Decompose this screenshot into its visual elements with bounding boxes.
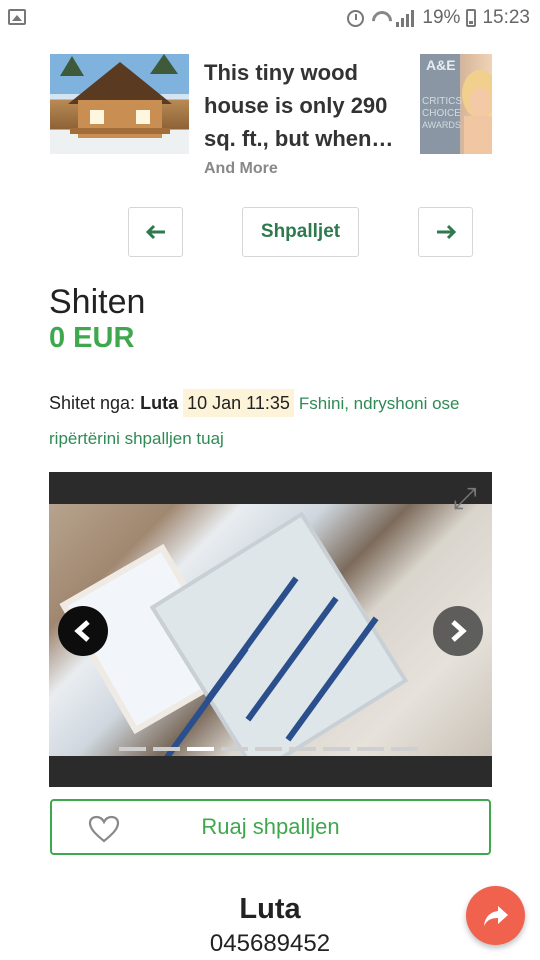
gallery-dot[interactable] bbox=[153, 747, 180, 751]
gallery-dot[interactable] bbox=[255, 747, 282, 751]
promo-title[interactable]: This tiny wood house is only 290 sq. ft.… bbox=[204, 56, 409, 155]
battery-percent: 19% bbox=[422, 7, 461, 28]
promo-more-link[interactable]: And More bbox=[204, 160, 278, 178]
gallery-prev-button[interactable] bbox=[58, 606, 108, 656]
arrow-left-icon bbox=[145, 224, 165, 240]
status-bar: 19% 15:23 bbox=[0, 0, 540, 36]
image-icon bbox=[8, 9, 26, 25]
arrow-right-icon bbox=[436, 224, 456, 240]
gallery-dot[interactable] bbox=[323, 747, 350, 751]
gallery-dot[interactable] bbox=[119, 747, 146, 751]
gallery-dot[interactable] bbox=[221, 747, 248, 751]
save-listing-label: Ruaj shpalljen bbox=[201, 814, 340, 839]
gallery-photo[interactable] bbox=[49, 504, 492, 756]
chevron-left-icon bbox=[74, 620, 90, 642]
gallery-dot[interactable] bbox=[289, 747, 316, 751]
svg-text:AWARDS: AWARDS bbox=[422, 120, 461, 130]
gallery-dot[interactable] bbox=[187, 747, 214, 751]
listing-meta: Shitet nga: Luta 10 Jan 11:35 Fshini, nd… bbox=[49, 386, 499, 456]
wifi-icon bbox=[370, 9, 390, 27]
contact-phone[interactable]: 045689452 bbox=[0, 930, 540, 958]
listing-price: 0 EUR bbox=[49, 322, 135, 354]
status-icons: 19% 15:23 bbox=[347, 7, 530, 29]
previous-listing-button[interactable] bbox=[128, 207, 183, 257]
svg-text:A&E: A&E bbox=[426, 57, 456, 73]
gallery-next-button[interactable] bbox=[433, 606, 483, 656]
svg-text:CRITICS: CRITICS bbox=[422, 96, 462, 107]
sponsored-strip[interactable]: This tiny wood house is only 290 sq. ft.… bbox=[0, 44, 540, 184]
sold-by-label: Shitet nga: bbox=[49, 393, 136, 413]
image-gallery[interactable]: ⤢ bbox=[49, 472, 492, 787]
alarm-icon bbox=[347, 9, 365, 27]
chevron-right-icon bbox=[451, 620, 467, 642]
share-button[interactable] bbox=[466, 886, 525, 945]
photo-shelf-panel bbox=[149, 511, 409, 756]
battery-icon bbox=[466, 9, 477, 27]
promo-thumbnail-awards[interactable]: A&E CRITICS CHOICE AWARDS bbox=[420, 54, 492, 154]
contact-name: Luta bbox=[239, 893, 301, 925]
share-icon bbox=[483, 905, 508, 926]
svg-text:CHOICE: CHOICE bbox=[422, 108, 461, 119]
gallery-dot[interactable] bbox=[391, 747, 418, 751]
listings-button[interactable]: Shpalljet bbox=[242, 207, 359, 257]
gallery-dot[interactable] bbox=[357, 747, 384, 751]
save-listing-button[interactable]: Ruaj shpalljen bbox=[50, 799, 491, 855]
clock: 15:23 bbox=[482, 7, 530, 28]
listing-date: 10 Jan 11:35 bbox=[183, 389, 294, 417]
listing-title: Shiten bbox=[49, 283, 146, 321]
promo-thumbnail-house[interactable] bbox=[50, 54, 189, 154]
gallery-pagination[interactable] bbox=[119, 747, 418, 751]
expand-icon[interactable]: ⤢ bbox=[448, 482, 482, 516]
signal-icon bbox=[396, 9, 416, 27]
seller-name[interactable]: Luta bbox=[140, 393, 178, 413]
next-listing-button[interactable] bbox=[418, 207, 473, 257]
